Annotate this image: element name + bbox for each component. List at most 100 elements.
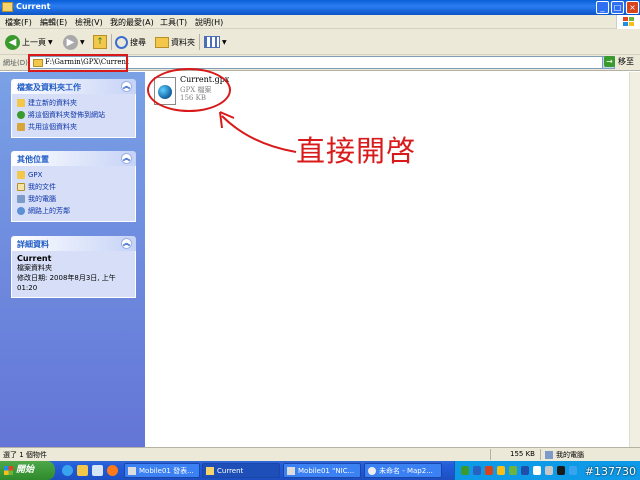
place-my-documents[interactable]: 我的文件 <box>17 181 130 193</box>
panel-header-details[interactable]: 詳細資料 ︽ <box>11 236 136 251</box>
tray-icon[interactable] <box>461 466 469 475</box>
folder-icon <box>17 171 25 179</box>
computer-icon <box>17 195 25 203</box>
taskbar-button-mobile01-nic[interactable]: Mobile01 "NIC... <box>283 463 361 478</box>
system-tray: #137730 <box>454 461 640 480</box>
toolbar: ◀ 上一頁 ▼ ▶ ▼ ↑ 搜尋 資料夾 ▼ <box>0 29 640 55</box>
place-network[interactable]: 網路上的芳鄰 <box>17 205 130 217</box>
place-my-computer[interactable]: 我的電腦 <box>17 193 130 205</box>
folders-button[interactable]: 資料夾 <box>155 33 195 51</box>
chevron-down-icon: ▼ <box>80 38 85 46</box>
panel-header-file-tasks[interactable]: 檔案及資料夾工作 ︽ <box>11 79 136 94</box>
maximize-button[interactable]: □ <box>611 1 624 14</box>
menu-favorites[interactable]: 我的最愛(A) <box>110 17 154 28</box>
window-icon <box>287 467 295 475</box>
menu-help[interactable]: 說明(H) <box>195 17 223 28</box>
windows-logo-icon <box>616 15 640 29</box>
task-pane: 檔案及資料夾工作 ︽ 建立新的資料夾 將這個資料夾發佈到網站 共用這個資料夾 其… <box>0 72 145 447</box>
menu-edit[interactable]: 編輯(E) <box>40 17 67 28</box>
start-button[interactable]: 開始 <box>0 461 55 480</box>
watermark: #137730 <box>584 465 636 478</box>
ie-icon[interactable] <box>62 465 73 476</box>
address-highlight-box <box>28 54 128 72</box>
task-share-folder[interactable]: 共用這個資料夾 <box>17 121 130 133</box>
panel-header-other-places[interactable]: 其他位置 ︽ <box>11 151 136 166</box>
task-label: 建立新的資料夾 <box>28 99 77 107</box>
status-location: 我的電腦 <box>556 451 584 459</box>
folders-label: 資料夾 <box>171 37 195 47</box>
panel-title: 檔案及資料夾工作 <box>17 83 81 92</box>
menu-tools[interactable]: 工具(T) <box>160 17 187 28</box>
tray-icon[interactable] <box>473 466 481 475</box>
tray-icon[interactable] <box>485 466 493 475</box>
map-app-icon <box>368 467 376 475</box>
task-label: 共用這個資料夾 <box>28 123 77 131</box>
tray-icon[interactable] <box>509 466 517 475</box>
details-modified-time: 01:20 <box>17 284 38 292</box>
title-bar: Current _ □ × <box>0 0 640 15</box>
back-label: 上一頁 <box>22 37 46 47</box>
collapse-icon[interactable]: ︽ <box>121 153 132 164</box>
folder-icon[interactable] <box>77 465 88 476</box>
back-button[interactable]: ◀ 上一頁 ▼ <box>5 33 53 51</box>
place-label: GPX <box>28 171 43 179</box>
details-name: Current <box>17 254 52 263</box>
task-label: 將這個資料夾發佈到網站 <box>28 111 105 119</box>
collapse-icon[interactable]: ︽ <box>121 238 132 249</box>
back-arrow-icon: ◀ <box>5 34 20 50</box>
up-folder-icon: ↑ <box>93 35 107 49</box>
firefox-icon[interactable] <box>107 465 118 476</box>
file-highlight-circle <box>147 68 231 112</box>
chevron-down-icon: ▼ <box>222 38 227 46</box>
taskbar-button-current[interactable]: Current <box>202 463 280 478</box>
taskbar-button-label: 未命名 - Map2... <box>379 467 433 475</box>
menu-file[interactable]: 檔案(F) <box>5 17 32 28</box>
new-folder-icon <box>17 99 25 107</box>
place-label: 網路上的芳鄰 <box>28 207 70 215</box>
taskbar-button-label: Current <box>217 467 244 475</box>
details-type: 檔案資料夾 <box>17 264 52 272</box>
window-icon <box>128 467 136 475</box>
panel-file-tasks: 檔案及資料夾工作 ︽ 建立新的資料夾 將這個資料夾發佈到網站 共用這個資料夾 <box>11 79 136 138</box>
search-button[interactable]: 搜尋 <box>115 33 146 51</box>
collapse-icon[interactable]: ︽ <box>121 81 132 92</box>
status-size: 155 KB <box>510 450 535 458</box>
up-folder-button[interactable]: ↑ <box>93 33 107 51</box>
folders-icon <box>155 36 169 48</box>
tray-icon[interactable] <box>521 466 529 475</box>
details-modified: 修改日期: 2008年8月3日, 上午 <box>17 274 116 282</box>
forward-arrow-icon: ▶ <box>63 34 78 50</box>
go-arrow-icon: → <box>604 56 615 67</box>
close-button[interactable]: × <box>626 1 639 14</box>
tray-icon[interactable] <box>497 466 505 475</box>
annotation-arrow <box>219 111 297 153</box>
place-gpx[interactable]: GPX <box>17 169 130 181</box>
panel-other-places: 其他位置 ︽ GPX 我的文件 我的電腦 網路上的芳鄰 <box>11 151 136 222</box>
go-button[interactable]: → 移至 <box>604 56 634 67</box>
forward-button[interactable]: ▶ ▼ <box>63 33 85 51</box>
task-new-folder[interactable]: 建立新的資料夾 <box>17 97 130 109</box>
tray-icon[interactable] <box>545 466 553 475</box>
status-selected: 選了 1 個物件 <box>3 451 47 459</box>
start-label: 開始 <box>16 465 35 475</box>
folder-icon <box>2 2 13 12</box>
minimize-button[interactable]: _ <box>596 1 609 14</box>
task-publish-web[interactable]: 將這個資料夾發佈到網站 <box>17 109 130 121</box>
go-label: 移至 <box>618 57 634 66</box>
status-bar: 選了 1 個物件 155 KB 我的電腦 <box>0 447 640 461</box>
chevron-down-icon: ▼ <box>48 38 53 46</box>
tray-icon[interactable] <box>557 466 565 475</box>
show-desktop-icon[interactable] <box>92 465 103 476</box>
taskbar-button-mobile01[interactable]: Mobile01 發表... <box>124 463 200 478</box>
vertical-scrollbar[interactable] <box>629 72 640 447</box>
window-title: Current <box>16 2 51 11</box>
tray-icon[interactable] <box>533 466 541 475</box>
globe-icon <box>17 111 25 119</box>
search-icon <box>115 35 128 49</box>
panel-details: 詳細資料 ︽ Current 檔案資料夾 修改日期: 2008年8月3日, 上午… <box>11 236 136 298</box>
tray-icon[interactable] <box>569 466 577 475</box>
taskbar-button-map2[interactable]: 未命名 - Map2... <box>364 463 442 478</box>
documents-icon <box>17 183 25 191</box>
views-button[interactable]: ▼ <box>204 33 227 51</box>
menu-view[interactable]: 檢視(V) <box>75 17 103 28</box>
